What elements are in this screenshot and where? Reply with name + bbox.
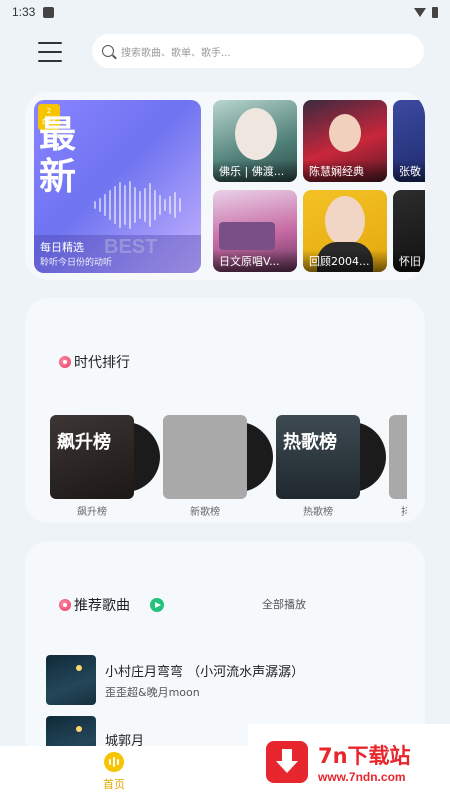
search-input[interactable]: 搜索歌曲、歌单、歌手...: [92, 34, 424, 68]
notification-icon: [43, 6, 55, 18]
sound-wave-graphic: [94, 180, 181, 230]
ranking-charts-card: 时代排行 飙升榜 飙升榜 新歌榜 热歌榜 热歌榜 抖: [25, 298, 425, 523]
search-placeholder: 搜索歌曲、歌单、歌手...: [121, 47, 231, 59]
section-title: 推荐歌曲: [59, 595, 164, 615]
menu-icon[interactable]: [38, 42, 62, 62]
play-icon[interactable]: [150, 598, 164, 612]
music-note-icon: [59, 599, 71, 611]
playlist-tile[interactable]: 日文原唱V...: [213, 190, 297, 272]
featured-playlists-card: 2 DAY 最 新 BEST 每日精选 聆听今日份的动听 佛乐 | 佛渡... …: [25, 92, 425, 280]
tab-home[interactable]: 首页: [96, 752, 132, 796]
music-note-icon: [59, 356, 71, 368]
chart-item-new[interactable]: 新歌榜: [163, 415, 273, 525]
playlist-tile[interactable]: 佛乐 | 佛渡...: [213, 100, 297, 182]
battery-icon: [432, 6, 438, 18]
song-row[interactable]: 小村庄月弯弯 （小河流水声潺潺） 歪歪超&晚月moon: [46, 655, 304, 705]
playlist-tile[interactable]: 陈慧娴经典: [303, 100, 387, 182]
section-title: 时代排行: [59, 352, 130, 372]
status-bar: 1:33: [0, 0, 450, 24]
daily-big-text: 最 新: [39, 113, 77, 198]
chart-item-rising[interactable]: 飙升榜 飙升榜: [50, 415, 160, 525]
top-bar: 搜索歌曲、歌单、歌手...: [0, 34, 450, 70]
chart-item-hot[interactable]: 热歌榜 热歌榜: [276, 415, 386, 525]
site-watermark: 7n下载站 www.7ndn.com: [248, 724, 450, 800]
search-icon: [102, 45, 114, 57]
play-all-button[interactable]: 全部播放: [262, 596, 306, 612]
download-icon: [266, 741, 308, 783]
wifi-icon: [414, 7, 426, 17]
playlist-tile[interactable]: 怀旧: [393, 190, 425, 272]
daily-title: 每日精选: [40, 241, 84, 254]
home-icon: [104, 752, 124, 772]
status-time: 1:33: [12, 5, 36, 19]
playlist-tile[interactable]: 张敬: [393, 100, 425, 182]
daily-picks-banner[interactable]: 2 DAY 最 新 BEST 每日精选 聆听今日份的动听: [34, 100, 201, 273]
song-cover: [46, 655, 96, 705]
playlist-tile[interactable]: 回顾2004...: [303, 190, 387, 272]
chart-item-douyin[interactable]: 抖: [389, 415, 407, 525]
daily-subtitle: 聆听今日份的动听: [40, 258, 113, 268]
